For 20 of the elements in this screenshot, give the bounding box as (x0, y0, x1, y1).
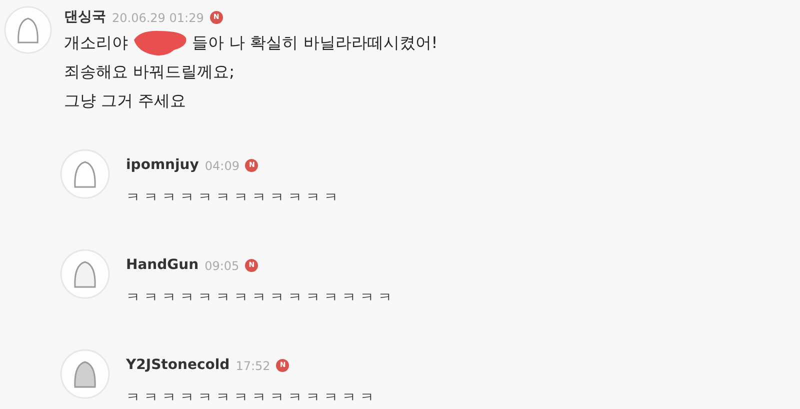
author-name[interactable]: HandGun (126, 255, 199, 276)
comment-text: 그냥 그거 주세요 (64, 90, 186, 112)
comment-time: 17:52 (236, 358, 270, 374)
comment-text: 죄송해요 바꿔드릴께요; (64, 60, 234, 82)
author-name[interactable]: Y2JStonecold (126, 355, 230, 376)
avatar-icon (60, 149, 110, 199)
comment-time: 04:09 (204, 158, 240, 174)
comment-text: 개소리야 (64, 32, 128, 54)
comment-time: 20.06.29 01:29 (112, 10, 204, 26)
reply-text: ㅋㅋㅋㅋㅋㅋㅋㅋㅋㅋㅋㅋㅋㅋㅋ (126, 289, 396, 308)
reply-text: ㅋㅋㅋㅋㅋㅋㅋㅋㅋㅋㅋㅋ (126, 189, 342, 208)
reply-text: ㅋㅋㅋㅋㅋㅋㅋㅋㅋㅋㅋㅋㅋㅋ (126, 389, 378, 408)
avatar-icon (4, 6, 52, 54)
redaction-mark (134, 30, 186, 55)
avatar-icon (60, 349, 110, 399)
comment-time: 09:05 (204, 258, 240, 274)
comment-text: 들아 나 확실히 바닐라라떼시켰어! (192, 32, 438, 54)
author-name[interactable]: 댄싱국 (64, 7, 106, 28)
avatar-icon (60, 249, 110, 299)
author-name[interactable]: ipomnjuy (126, 155, 199, 176)
